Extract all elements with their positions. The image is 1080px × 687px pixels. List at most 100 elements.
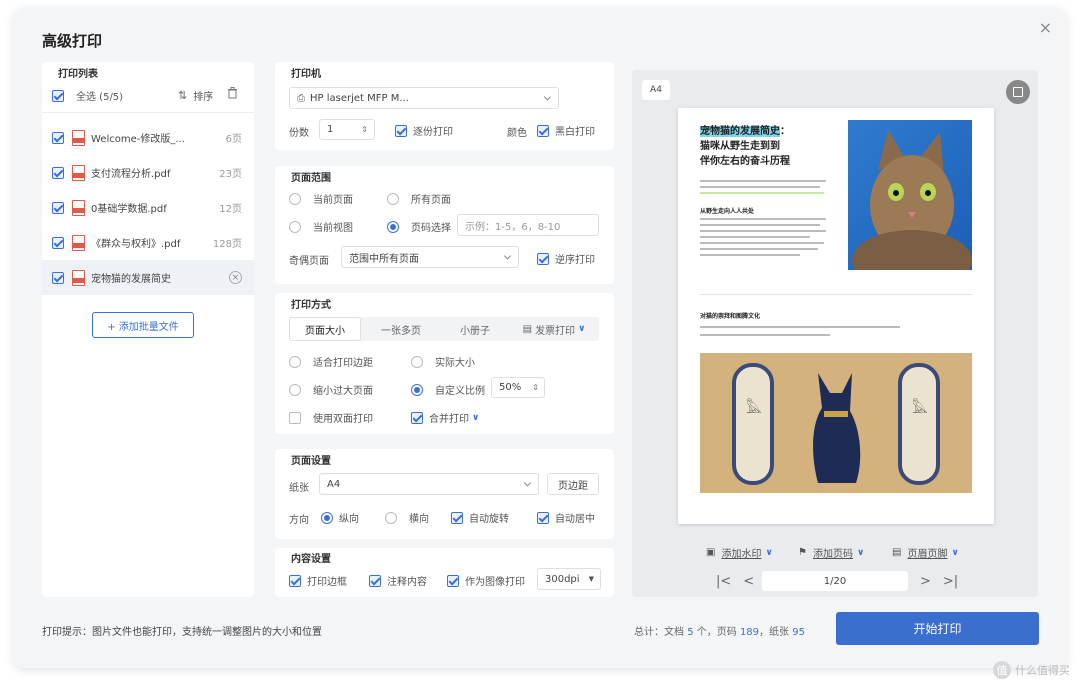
current-page-radio[interactable] bbox=[289, 192, 301, 205]
sort-button[interactable]: ⇅ 排序 bbox=[178, 88, 213, 103]
start-print-button[interactable]: 开始打印 bbox=[836, 612, 1039, 645]
list-item[interactable]: Welcome-修改版_... 6页 bbox=[42, 120, 254, 155]
landscape-option[interactable]: 横向 bbox=[385, 510, 429, 525]
file-checkbox[interactable] bbox=[52, 131, 64, 144]
page-range-title: 页面范围 bbox=[291, 173, 331, 184]
list-item[interactable]: 《群众与权利》.pdf 128页 bbox=[42, 225, 254, 260]
add-batch-files-button[interactable]: + 添加批量文件 bbox=[92, 312, 194, 338]
prev-page-icon[interactable]: < bbox=[743, 574, 754, 589]
current-page-option[interactable]: 当前页面 bbox=[289, 191, 353, 206]
custom-scale-radio[interactable] bbox=[411, 383, 423, 396]
print-hint: 打印提示：图片文件也能打印，支持统一调整图片的大小和位置 bbox=[42, 627, 322, 638]
auto-center-checkbox[interactable] bbox=[537, 511, 549, 524]
paper-select[interactable]: A4 bbox=[319, 473, 539, 495]
close-icon[interactable]: × bbox=[1039, 18, 1052, 37]
trash-icon[interactable] bbox=[227, 87, 238, 99]
file-name: 支付流程分析.pdf bbox=[91, 169, 171, 180]
dpi-select[interactable]: 300dpi ▼ bbox=[537, 568, 601, 590]
custom-scale-option[interactable]: 自定义比例 bbox=[411, 382, 485, 397]
pdf-icon bbox=[72, 129, 85, 146]
select-all-row[interactable]: 全选 (5/5) bbox=[52, 88, 123, 103]
last-page-icon[interactable]: >| bbox=[943, 574, 958, 589]
landscape-radio[interactable] bbox=[385, 511, 397, 524]
actual-size-option[interactable]: 实际大小 bbox=[411, 354, 475, 369]
auto-rotate-option[interactable]: 自动旋转 bbox=[451, 510, 509, 525]
select-all-checkbox[interactable] bbox=[52, 89, 64, 102]
border-option[interactable]: 打印边框 bbox=[289, 573, 347, 588]
page-select-option[interactable]: 页码选择 bbox=[387, 219, 451, 234]
chevron-down-icon[interactable]: ∨ bbox=[472, 413, 479, 423]
printer-title: 打印机 bbox=[291, 69, 321, 80]
page-indicator[interactable]: 1/20 bbox=[762, 571, 908, 591]
annotation-option[interactable]: 注释内容 bbox=[369, 573, 427, 588]
portrait-radio[interactable] bbox=[321, 511, 333, 524]
reverse-checkbox[interactable] bbox=[537, 252, 549, 265]
fit-margin-radio[interactable] bbox=[289, 355, 301, 368]
header-footer-button[interactable]: ▤ 页眉页脚 ∨ bbox=[892, 545, 959, 560]
collate-option[interactable]: 逐份打印 bbox=[395, 123, 453, 138]
reverse-option[interactable]: 逆序打印 bbox=[537, 251, 595, 266]
file-checkbox[interactable] bbox=[52, 201, 64, 214]
duplex-checkbox[interactable] bbox=[289, 411, 301, 424]
current-view-radio[interactable] bbox=[289, 220, 301, 233]
fullscreen-icon[interactable] bbox=[1006, 80, 1030, 104]
merge-option[interactable]: 合并打印 ∨ bbox=[411, 410, 479, 425]
fit-margin-option[interactable]: 适合打印边距 bbox=[289, 354, 373, 369]
list-item[interactable]: 0基础学数据.pdf 12页 bbox=[42, 190, 254, 225]
shrink-option[interactable]: 缩小过大页面 bbox=[289, 382, 373, 397]
border-checkbox[interactable] bbox=[289, 574, 301, 587]
chevron-down-icon: ∨ bbox=[856, 547, 865, 558]
list-item-selected[interactable]: 宠物猫的发展简史 × bbox=[42, 260, 254, 295]
collate-checkbox[interactable] bbox=[395, 124, 407, 137]
all-pages-option[interactable]: 所有页面 bbox=[387, 191, 451, 206]
annotation-checkbox[interactable] bbox=[369, 574, 381, 587]
add-page-number-button[interactable]: ⚑ 添加页码 ∨ bbox=[798, 545, 864, 560]
page-select-input[interactable]: 示例：1-5，6，8-10 bbox=[457, 214, 599, 236]
remove-icon[interactable]: × bbox=[229, 271, 242, 284]
all-pages-label: 所有页面 bbox=[411, 195, 451, 206]
tab-page-size[interactable]: 页面大小 bbox=[289, 317, 361, 341]
auto-rotate-checkbox[interactable] bbox=[451, 511, 463, 524]
bw-option[interactable]: 黑白打印 bbox=[537, 123, 595, 138]
egypt-illustration: 𓅓 𓅓 bbox=[700, 353, 972, 493]
file-checkbox[interactable] bbox=[52, 236, 64, 249]
file-checkbox[interactable] bbox=[52, 271, 64, 284]
shrink-radio[interactable] bbox=[289, 383, 301, 396]
print-mode-tabs: 页面大小 一张多页 小册子 ▤ 发票打印 ∨ bbox=[289, 317, 599, 341]
paper-value: A4 bbox=[327, 478, 341, 490]
as-image-label: 作为图像打印 bbox=[465, 577, 525, 588]
actual-size-radio[interactable] bbox=[411, 355, 423, 368]
copies-stepper[interactable]: 1 ⇕ bbox=[319, 119, 375, 140]
add-watermark-button[interactable]: ▣ 添加水印 ∨ bbox=[706, 545, 773, 560]
header-footer-label: 页眉页脚 bbox=[907, 549, 948, 560]
file-checkbox[interactable] bbox=[52, 166, 64, 179]
printer-name: HP laserjet MFP M... bbox=[310, 92, 409, 104]
duplex-option[interactable]: 使用双面打印 bbox=[289, 410, 373, 425]
margin-button[interactable]: 页边距 bbox=[547, 473, 599, 495]
portrait-option[interactable]: 纵向 bbox=[321, 510, 359, 525]
auto-center-option[interactable]: 自动居中 bbox=[537, 510, 595, 525]
page-select-radio[interactable] bbox=[387, 220, 399, 233]
chevron-down-icon bbox=[523, 479, 532, 487]
all-pages-radio[interactable] bbox=[387, 192, 399, 205]
odd-even-select[interactable]: 范围中所有页面 bbox=[341, 246, 519, 268]
bw-checkbox[interactable] bbox=[537, 124, 549, 137]
page-range-panel: 页面范围 当前页面 所有页面 当前视图 页码选择 示例：1-5，6，8-10 奇… bbox=[275, 166, 614, 284]
page-setup-panel: 页面设置 纸张 A4 页边距 方向 纵向 横向 自动旋转 自动居中 bbox=[275, 449, 614, 539]
next-page-icon[interactable]: > bbox=[920, 574, 931, 589]
print-list-title: 打印列表 bbox=[58, 69, 98, 80]
scale-stepper[interactable]: 50% ⇕ bbox=[491, 377, 545, 398]
tab-invoice[interactable]: ▤ 发票打印 ∨ bbox=[509, 317, 599, 341]
tab-booklet[interactable]: 小册子 bbox=[441, 317, 509, 341]
as-image-option[interactable]: 作为图像打印 bbox=[447, 573, 525, 588]
current-view-option[interactable]: 当前视图 bbox=[289, 219, 353, 234]
as-image-checkbox[interactable] bbox=[447, 574, 459, 587]
file-name: 宠物猫的发展简史 bbox=[91, 274, 171, 285]
doc-title-colon: ： bbox=[780, 126, 790, 137]
tab-multi-page[interactable]: 一张多页 bbox=[361, 317, 441, 341]
first-page-icon[interactable]: |< bbox=[716, 574, 731, 589]
list-item[interactable]: 支付流程分析.pdf 23页 bbox=[42, 155, 254, 190]
printer-select[interactable]: ⎙ HP laserjet MFP M... bbox=[289, 87, 559, 109]
merge-checkbox[interactable] bbox=[411, 411, 423, 424]
sort-label: 排序 bbox=[193, 92, 214, 103]
